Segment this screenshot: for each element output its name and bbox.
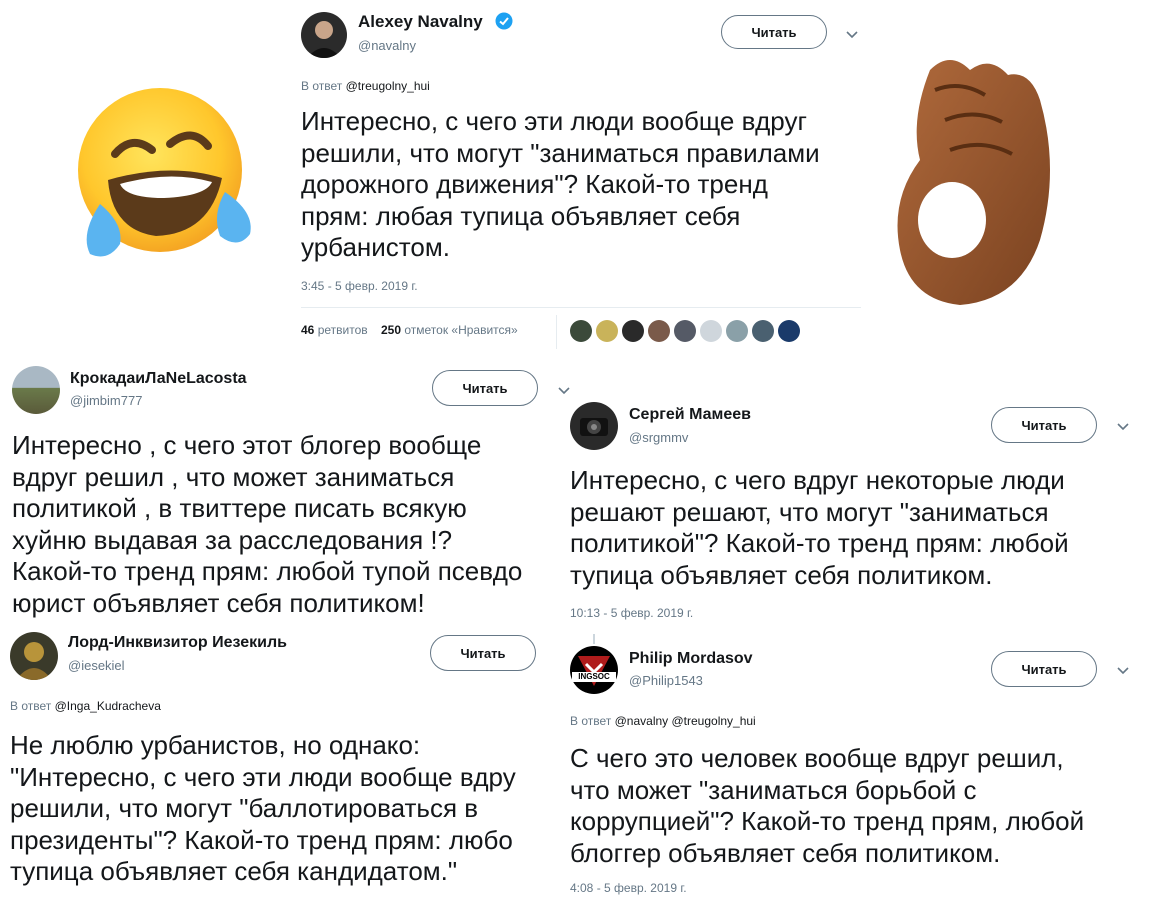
avatar[interactable] [12,366,60,414]
divider [301,307,861,308]
avatar[interactable] [622,320,644,342]
avatar[interactable] [726,320,748,342]
reply-to-link[interactable]: @treugolny_hui [346,79,430,93]
verified-badge-icon [495,12,513,30]
author-name[interactable]: Philip Mordasov [629,650,753,668]
tweet-timestamp[interactable]: 4:08 - 5 февр. 2019 г. [570,881,687,895]
reply-context: В ответ @navalny @treugolny_hui [570,714,756,728]
reply-prefix: В ответ [570,714,612,728]
ok-hand-emoji-icon [897,60,1050,305]
tweet-text: Интересно , с чего этот блогер вообще вд… [12,430,523,618]
reply-prefix: В ответ [301,79,343,93]
tweet-text: Не люблю урбанистов, но однако: "Интерес… [10,730,516,886]
laughing-crying-emoji-icon [78,88,251,257]
tweet-timestamp[interactable]: 10:13 - 5 февр. 2019 г. [570,606,693,620]
likes-count[interactable]: 250 [381,323,401,337]
author-handle[interactable]: @Philip1543 [629,673,703,688]
avatar[interactable] [778,320,800,342]
chevron-down-icon[interactable] [1115,418,1131,434]
avatar[interactable] [648,320,670,342]
avatar[interactable] [301,12,347,58]
author-handle[interactable]: @srgmmv [629,430,688,445]
follow-button[interactable]: Читать [721,15,827,49]
follow-button[interactable]: Читать [432,370,538,406]
avatar[interactable] [10,632,58,680]
avatar-label: INGSOC [572,672,616,682]
author-handle[interactable]: @iesekiel [68,658,125,673]
tweet-text: Интересно, с чего эти люди вообще вдруг … [301,106,820,262]
avatar[interactable] [570,402,618,450]
follow-button[interactable]: Читать [991,407,1097,443]
avatar[interactable] [596,320,618,342]
avatar[interactable] [752,320,774,342]
avatar[interactable] [570,320,592,342]
avatar[interactable] [700,320,722,342]
author-name[interactable]: Сергей Мамеев [629,406,751,424]
likes-label[interactable]: отметок «Нравится» [404,323,517,337]
reply-prefix: В ответ [10,699,52,713]
reply-context: В ответ @Inga_Kudracheva [10,699,161,713]
tweet-timestamp[interactable]: 3:45 - 5 февр. 2019 г. [301,279,418,293]
author-name[interactable]: КрокадаиЛаNeLacosta [70,370,247,388]
author-name[interactable]: Лорд-Инквизитор Иезекиль [68,634,287,652]
reply-to-link[interactable]: @Inga_Kudracheva [55,699,161,713]
author-handle[interactable]: @jimbim777 [70,393,142,408]
engagement-stats: 46 ретвитов 250 отметок «Нравится» [301,323,518,337]
avatar[interactable] [674,320,696,342]
author-handle[interactable]: @navalny [358,38,416,53]
chevron-down-icon[interactable] [844,26,860,42]
reply-to-link[interactable]: @navalny @treugolny_hui [615,714,756,728]
author-name[interactable]: Alexey Navalny [358,12,483,32]
follow-button[interactable]: Читать [991,651,1097,687]
likers-avatars [570,320,800,342]
thread-line [593,634,595,644]
reply-context: В ответ @treugolny_hui [301,79,430,93]
chevron-down-icon[interactable] [1115,662,1131,678]
tweet-text: Интересно, с чего вдруг некоторые люди р… [570,465,1069,590]
divider [556,315,557,349]
follow-button[interactable]: Читать [430,635,536,671]
avatar[interactable] [570,646,618,694]
retweets-label[interactable]: ретвитов [318,323,368,337]
chevron-down-icon[interactable] [556,382,572,398]
tweet-text: С чего это человек вообще вдруг решил, ч… [570,743,1085,868]
retweets-count[interactable]: 46 [301,323,314,337]
